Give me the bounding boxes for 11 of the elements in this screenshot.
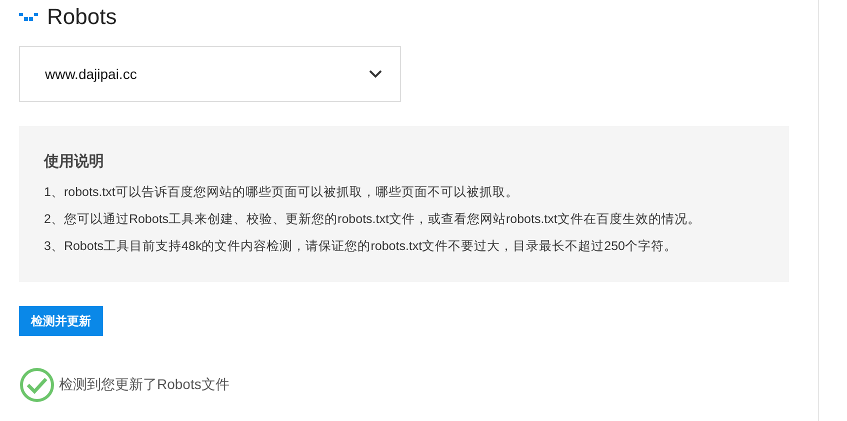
instruction-line: 1、robots.txt可以告诉百度您网站的哪些页面可以被抓取，哪些页面不可以被抓取。 [44,184,520,201]
logo-icon [19,12,39,22]
check-circle-icon [19,367,55,403]
chevron-down-icon [369,70,382,78]
check-update-button[interactable]: 检测并更新 [19,306,103,336]
instruction-line: 3、Robots工具目前支持48k的文件内容检测，请保证您的robots.txt文件不要过大，目录最长不超过250个字符。 [44,238,678,255]
site-select[interactable]: www.dajipai.cc [19,46,401,102]
instructions-heading: 使用说明 [44,152,105,171]
result-message: 检测到您更新了Robots文件 [59,376,230,394]
instruction-line: 2、您可以通过Robots工具来创建、校验、更新您的robots.txt文件，或查看您网站robots.txt文件在百度生效的情况。 [44,211,702,228]
page-title: Robots [47,4,117,30]
